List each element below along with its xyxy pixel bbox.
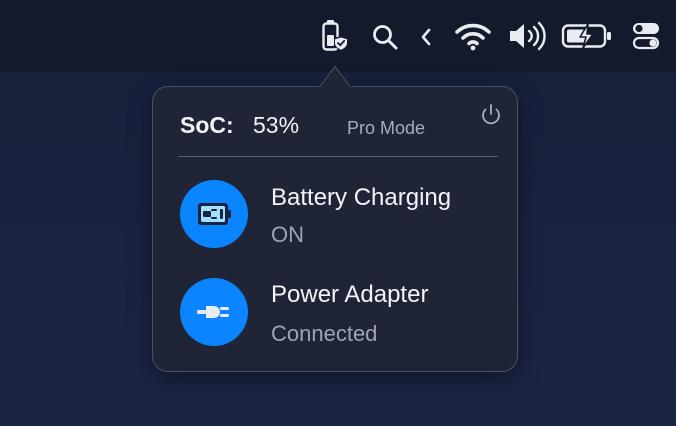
wifi-icon[interactable] bbox=[454, 20, 492, 52]
power-adapter-title: Power Adapter bbox=[271, 281, 429, 308]
battery-charging-toggle-button[interactable] bbox=[180, 180, 248, 248]
volume-icon[interactable] bbox=[506, 20, 548, 52]
battery-charging-title: Battery Charging bbox=[271, 184, 452, 211]
battery-charging-icon[interactable] bbox=[560, 22, 614, 50]
chevron-left-icon[interactable] bbox=[416, 24, 436, 50]
divider bbox=[178, 156, 498, 157]
popover-caret bbox=[319, 65, 351, 88]
control-center-icon[interactable] bbox=[630, 20, 662, 52]
power-adapter-status: Connected bbox=[271, 321, 378, 346]
battery-charging-status: ON bbox=[271, 222, 304, 247]
plug-icon bbox=[197, 306, 229, 318]
mode-label[interactable]: Pro Mode bbox=[347, 118, 425, 139]
battery-shield-icon[interactable] bbox=[318, 18, 352, 54]
power-icon[interactable] bbox=[478, 102, 504, 128]
menu-bar bbox=[0, 0, 676, 72]
battery-plug-icon bbox=[198, 203, 231, 225]
soc-label: SoC: bbox=[180, 112, 234, 138]
search-icon[interactable] bbox=[370, 22, 400, 52]
power-adapter-button[interactable] bbox=[180, 278, 248, 346]
soc-value: 53% bbox=[253, 112, 300, 138]
